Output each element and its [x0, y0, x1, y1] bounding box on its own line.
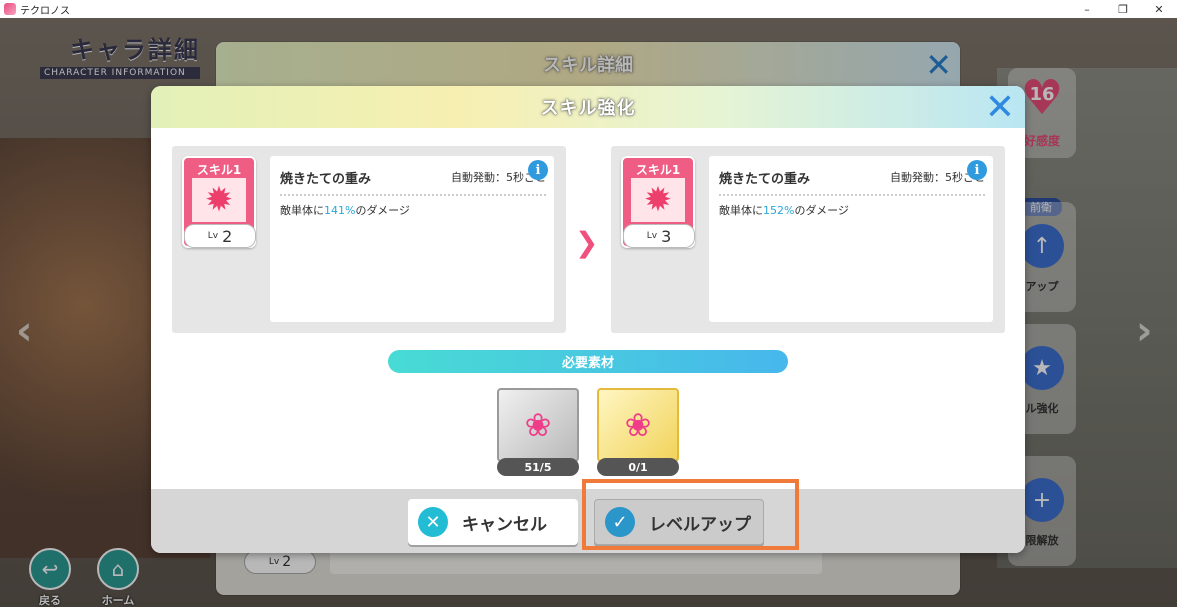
material-frame: ❀ — [497, 388, 579, 462]
desc-percent: 141% — [324, 204, 356, 217]
divider — [719, 194, 985, 196]
material-item[interactable]: ❀ 51/5 — [497, 388, 579, 476]
info-icon[interactable]: i — [967, 160, 987, 180]
info-icon[interactable]: i — [528, 160, 548, 180]
skill-badge-label: スキル1 — [196, 163, 242, 177]
skill-description: 敵単体に141%のダメージ — [280, 202, 410, 218]
lv-value: 2 — [222, 226, 233, 246]
next-level-tag: Lv 3 — [623, 224, 695, 248]
minimize-button[interactable]: – — [1069, 0, 1105, 18]
next-skill-card: 焼きたての重み 自動発動：5秒ごと i 敵単体に152%のダメージ — [709, 156, 993, 322]
current-skill-card: 焼きたての重み 自動発動：5秒ごと i 敵単体に141%のダメージ — [270, 156, 554, 322]
desc-suffix: のダメージ — [794, 204, 849, 217]
candy-icon: ❀ — [524, 406, 552, 444]
cancel-label: キャンセル — [462, 514, 547, 535]
lv-prefix: Lv — [207, 231, 219, 241]
restore-button[interactable]: ❐ — [1105, 0, 1141, 18]
material-item[interactable]: ❀ 0/1 — [597, 388, 679, 476]
skill-enhance-title: スキル強化 — [540, 98, 636, 119]
skill-badge-label: スキル1 — [635, 163, 681, 177]
material-frame: ❀ — [597, 388, 679, 462]
arrow-right-icon: ❯ — [575, 226, 599, 259]
close-icon[interactable]: ✕ — [985, 88, 1015, 128]
required-materials-label: 必要素材 — [388, 350, 788, 373]
skill-enhance-header: スキル強化 — [151, 86, 1025, 128]
divider — [280, 194, 546, 196]
skill-name: 焼きたての重み — [719, 172, 811, 187]
lv-value: 3 — [661, 226, 672, 246]
lv-prefix: Lv — [646, 231, 658, 241]
current-level-tag: Lv 2 — [184, 224, 256, 248]
level-up-highlight-box — [582, 479, 799, 550]
material-count: 0/1 — [597, 458, 679, 476]
candy-icon: ❀ — [624, 406, 652, 444]
current-skill-panel: スキル1 ✹ Lv 2 焼きたての重み 自動発動：5秒ごと i 敵単体に141%… — [172, 146, 566, 333]
desc-prefix: 敵単体に — [719, 204, 763, 217]
material-count: 51/5 — [497, 458, 579, 476]
close-circle-icon: ✕ — [418, 507, 448, 537]
skill-name: 焼きたての重み — [280, 172, 372, 187]
window-title: テクロノス — [20, 5, 70, 17]
next-skill-panel: スキル1 ✹ Lv 3 焼きたての重み 自動発動：5秒ごと i 敵単体に152%… — [611, 146, 1005, 333]
cancel-button[interactable]: ✕ キャンセル — [408, 499, 578, 545]
app-icon — [4, 3, 16, 15]
skill-description: 敵単体に152%のダメージ — [719, 202, 849, 218]
desc-percent: 152% — [763, 204, 795, 217]
window-titlebar: テクロノス – ❐ ✕ — [0, 0, 1177, 18]
desc-suffix: のダメージ — [355, 204, 410, 217]
desc-prefix: 敵単体に — [280, 204, 324, 217]
sun-icon: ✹ — [631, 178, 685, 222]
sun-icon: ✹ — [192, 178, 246, 222]
close-window-button[interactable]: ✕ — [1141, 0, 1177, 18]
